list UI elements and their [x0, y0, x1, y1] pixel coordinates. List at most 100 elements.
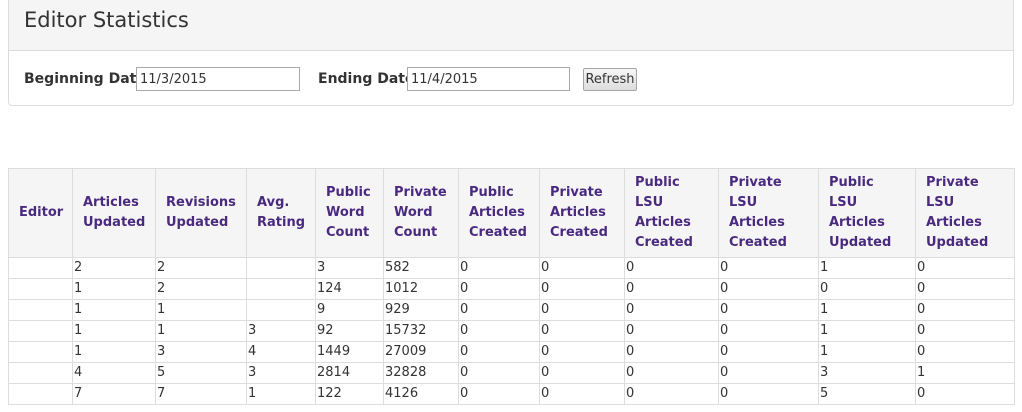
table-cell: 0: [539, 362, 625, 384]
table-cell: 0: [539, 383, 625, 405]
table-cell: 1: [915, 362, 1015, 384]
column-header[interactable]: Public Word Count: [315, 168, 384, 258]
table-cell: 0: [915, 341, 1015, 363]
table-cell: 0: [624, 299, 719, 321]
table-cell: [8, 383, 73, 405]
table-cell: 3: [315, 257, 384, 279]
column-header[interactable]: Public Articles Created: [458, 168, 540, 258]
beginning-date-input[interactable]: [136, 67, 300, 91]
table-cell: 0: [458, 299, 540, 321]
table-row: 1 2 124 1012 0 0 0 0 0 0: [8, 278, 1015, 300]
table-cell: 0: [915, 383, 1015, 405]
table-cell: 1: [818, 257, 916, 279]
column-header[interactable]: Revisions Updated: [155, 168, 247, 258]
table-cell: 4126: [383, 383, 459, 405]
table-cell: 3: [246, 362, 316, 384]
date-filter-form: Beginning Date Ending Date Refresh: [9, 67, 1013, 93]
table-cell: 2: [72, 257, 156, 279]
table-cell: 582: [383, 257, 459, 279]
table-cell: [246, 257, 316, 279]
column-header[interactable]: Private LSU Articles Updated: [915, 168, 1015, 258]
column-header[interactable]: Private LSU Articles Created: [718, 168, 819, 258]
table-cell: 929: [383, 299, 459, 321]
table-cell: 32828: [383, 362, 459, 384]
table-cell: 2: [155, 257, 247, 279]
table-cell: 0: [718, 278, 819, 300]
table-cell: 1: [818, 320, 916, 342]
table-cell: 9: [315, 299, 384, 321]
table-cell: 0: [458, 362, 540, 384]
table-cell: 0: [458, 320, 540, 342]
ending-date-label: Ending Date: [318, 71, 415, 87]
table-cell: [8, 320, 73, 342]
column-header[interactable]: Public LSU Articles Updated: [818, 168, 916, 258]
refresh-button[interactable]: Refresh: [583, 68, 637, 91]
table-cell: 0: [624, 257, 719, 279]
column-header[interactable]: Editor: [8, 168, 73, 258]
table-cell: 5: [155, 362, 247, 384]
panel-heading: Editor Statistics: [9, 0, 1013, 51]
editor-statistics-table: Editor Articles Updated Revisions Update…: [8, 168, 1015, 405]
table-cell: 0: [458, 383, 540, 405]
table-cell: 1: [72, 341, 156, 363]
table-cell: 0: [539, 278, 625, 300]
table-cell: [8, 278, 73, 300]
table-cell: 27009: [383, 341, 459, 363]
table-cell: 0: [624, 320, 719, 342]
table-cell: 92: [315, 320, 384, 342]
table-cell: 15732: [383, 320, 459, 342]
table-cell: 5: [818, 383, 916, 405]
column-header[interactable]: Articles Updated: [72, 168, 156, 258]
table-cell: 2: [155, 278, 247, 300]
beginning-date-label: Beginning Date: [24, 71, 146, 87]
table-cell: 7: [72, 383, 156, 405]
table-cell: [8, 362, 73, 384]
table-cell: 1: [72, 320, 156, 342]
table-cell: 0: [718, 383, 819, 405]
table-cell: [8, 299, 73, 321]
filter-panel: Editor Statistics Beginning Date Ending …: [8, 0, 1014, 106]
table-cell: 0: [718, 257, 819, 279]
table-row: 1 3 4 1449 27009 0 0 0 0 1 0: [8, 341, 1015, 363]
table-cell: 2814: [315, 362, 384, 384]
page-title: Editor Statistics: [24, 8, 189, 32]
table-cell: 0: [624, 383, 719, 405]
table-cell: 1: [155, 299, 247, 321]
table-cell: 0: [718, 299, 819, 321]
table-cell: 0: [624, 341, 719, 363]
table-row: 4 5 3 2814 32828 0 0 0 0 3 1: [8, 362, 1015, 384]
table-row: 2 2 3 582 0 0 0 0 1 0: [8, 257, 1015, 279]
table-cell: 0: [718, 320, 819, 342]
table-cell: 0: [718, 362, 819, 384]
table-row: 1 1 9 929 0 0 0 0 1 0: [8, 299, 1015, 321]
table-cell: 1: [246, 383, 316, 405]
table-cell: 3: [246, 320, 316, 342]
table-cell: 7: [155, 383, 247, 405]
table-row: 7 7 1 122 4126 0 0 0 0 5 0: [8, 383, 1015, 405]
table-header-row: Editor Articles Updated Revisions Update…: [8, 168, 1015, 258]
ending-date-input[interactable]: [407, 67, 570, 91]
table-cell: 0: [718, 341, 819, 363]
table-cell: [246, 299, 316, 321]
table-cell: 0: [458, 257, 540, 279]
table-cell: 4: [72, 362, 156, 384]
table-cell: 4: [246, 341, 316, 363]
table-cell: 3: [155, 341, 247, 363]
table-cell: 0: [915, 320, 1015, 342]
column-header[interactable]: Private Articles Created: [539, 168, 625, 258]
table-cell: 0: [624, 278, 719, 300]
table-cell: 1: [818, 299, 916, 321]
column-header[interactable]: Public LSU Articles Created: [624, 168, 719, 258]
column-header[interactable]: Avg. Rating: [246, 168, 316, 258]
table-cell: 0: [539, 320, 625, 342]
table-cell: 0: [539, 341, 625, 363]
table-cell: 122: [315, 383, 384, 405]
table-cell: 1449: [315, 341, 384, 363]
table-cell: 1: [72, 278, 156, 300]
table-cell: 0: [915, 257, 1015, 279]
table-cell: 124: [315, 278, 384, 300]
table-cell: 0: [539, 257, 625, 279]
table-cell: 0: [458, 341, 540, 363]
table-cell: 1: [155, 320, 247, 342]
column-header[interactable]: Private Word Count: [383, 168, 459, 258]
